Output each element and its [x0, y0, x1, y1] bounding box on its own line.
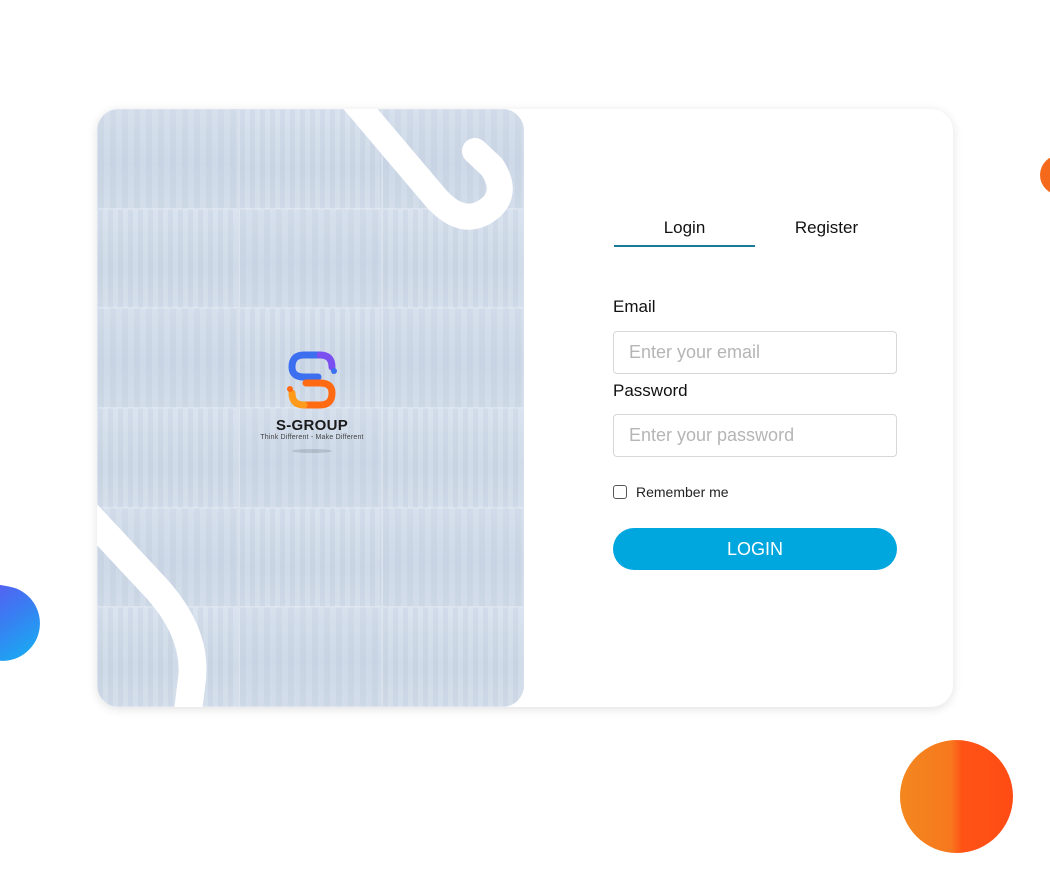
remember-me-label: Remember me — [636, 484, 729, 500]
auth-tabs: Login Register — [614, 215, 897, 249]
brand-name: S-GROUP — [275, 417, 349, 434]
login-card: S-GROUP Think Different - Make Different… — [97, 109, 953, 707]
login-button[interactable]: LOGIN — [613, 528, 897, 570]
logo-shadow — [292, 449, 332, 453]
decorative-orange-blob — [1040, 155, 1050, 195]
brand-logo: S-GROUP Think Different - Make Different — [237, 347, 387, 453]
password-field[interactable] — [613, 414, 897, 457]
remember-me-row: Remember me — [613, 483, 729, 501]
decorative-blue-blob — [0, 578, 46, 667]
brand-slogan: Think Different - Make Different — [260, 434, 364, 441]
remember-me-checkbox[interactable] — [613, 485, 627, 499]
tab-login[interactable]: Login — [614, 215, 755, 249]
tab-register[interactable]: Register — [756, 215, 897, 249]
s-group-logo-icon — [287, 351, 337, 409]
active-tab-indicator — [614, 245, 755, 247]
email-label: Email — [613, 297, 656, 316]
password-label: Password — [613, 381, 688, 400]
email-field[interactable] — [613, 331, 897, 374]
photo-collage-panel: S-GROUP Think Different - Make Different — [97, 109, 524, 707]
decorative-orange-circle — [900, 740, 1013, 853]
